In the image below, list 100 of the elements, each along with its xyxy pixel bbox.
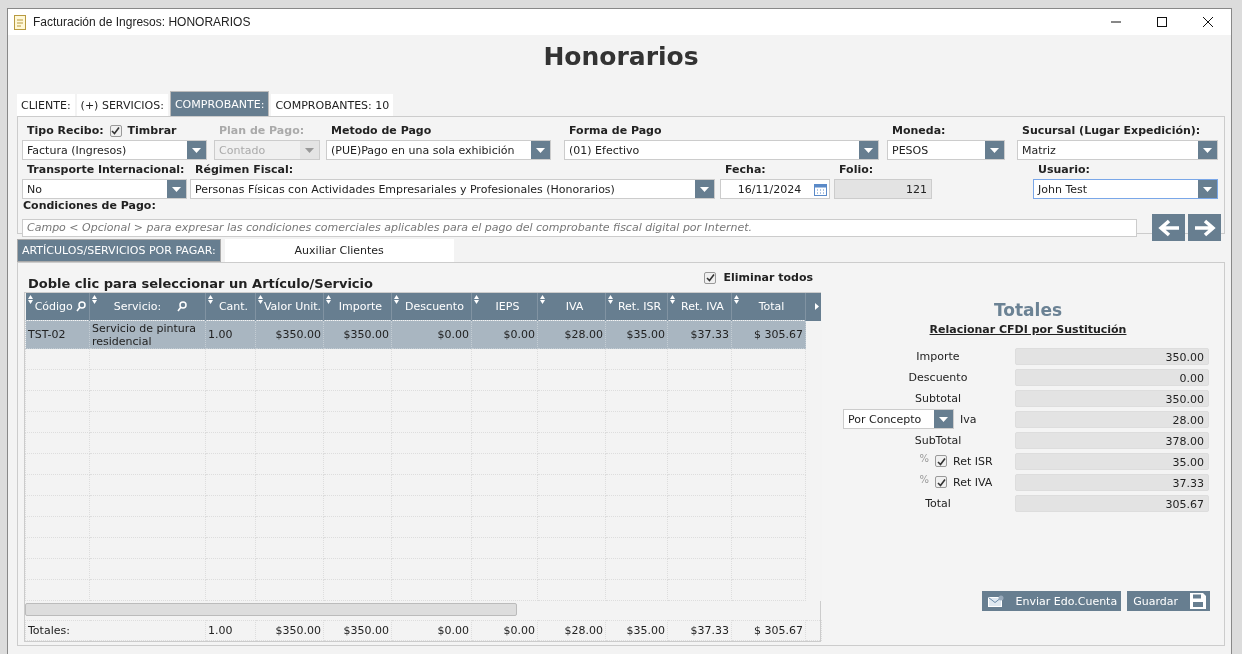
sort-icon (394, 295, 399, 304)
sort-icon (540, 295, 545, 304)
next-button[interactable] (1188, 214, 1221, 241)
column-label: Cant. (218, 300, 249, 313)
table-cell: $37.33 (667, 320, 732, 349)
calendar-icon (814, 182, 827, 196)
checkbox[interactable] (935, 476, 947, 488)
tab[interactable]: ARTÍCULOS/SERVICIOS POR PAGAR: (17, 239, 221, 262)
table-row[interactable]: TST-02 Servicio de pintura residencial 1.00 $350.00 $350.00 $0.00 $0.00 $28.00 $35.00 $37.33 $ 305.67 (25, 320, 822, 349)
caret-icon (1203, 186, 1212, 192)
table-cell: $ 305.67 (731, 320, 806, 349)
table-cell: $0.00 (471, 620, 538, 641)
total-value: 28.00 (1015, 410, 1209, 428)
column-header[interactable]: IVA (537, 293, 606, 321)
table-cell: $0.00 (391, 320, 472, 349)
totals-label: Totales: (25, 620, 206, 641)
table-cell: $35.00 (605, 620, 668, 641)
table-cell: $35.00 (605, 320, 668, 349)
total-label: SubTotal (913, 433, 963, 447)
checkbox-label: Timbrar (127, 124, 177, 137)
column-header[interactable]: Descuento (391, 293, 472, 321)
total-label: Ret ISR (953, 454, 994, 468)
dropdown[interactable]: John Test (1033, 179, 1218, 199)
conditions-field[interactable]: Campo < Opcional > para expresar las condiciones comerciales aplicables para el pago del comprobante fiscal digital por Internet. (22, 218, 1138, 237)
table-cell: $350.00 (323, 320, 392, 349)
tab[interactable]: Auxiliar Clientes (224, 239, 454, 262)
tab[interactable]: COMPROBANTES: 10 (271, 94, 394, 116)
checkbox-label: Eliminar todos (723, 271, 813, 284)
column-header[interactable]: Importe (323, 293, 392, 321)
caret-icon (864, 147, 873, 153)
caret-icon (172, 186, 181, 192)
table-cell: Servicio de pintura residencial (89, 320, 206, 349)
caret-icon (1203, 147, 1212, 153)
sort-icon (208, 295, 213, 304)
link[interactable]: Relacionar CFDI por Sustitución (929, 323, 1127, 336)
send-button[interactable]: Enviar Edo.Cuenta (981, 591, 1122, 611)
column-header[interactable]: IEPS (471, 293, 538, 321)
sort-icon (474, 295, 479, 304)
table-cell: $ 305.67 (731, 620, 806, 641)
column-header[interactable]: Ret. IVA (667, 293, 732, 321)
save-button[interactable]: Guardar (1127, 591, 1210, 611)
sort-icon (258, 295, 263, 304)
total-value: 35.00 (1015, 452, 1209, 470)
tab[interactable]: (+) SERVICIOS: (76, 94, 168, 116)
sort-icon (27, 295, 33, 304)
field-label: Plan de Pago: (219, 124, 305, 137)
field-label: Transporte Internacional: (27, 163, 185, 176)
dropdown[interactable]: Por Concepto (843, 409, 954, 429)
window-title: Facturación de Ingresos: HONORARIOS (33, 15, 251, 29)
table-cell: 1.00 (205, 320, 256, 349)
dropdown[interactable]: Personas Físicas con Actividades Empresariales y Profesionales (Honorarios) (190, 179, 715, 199)
maximize-icon (1157, 17, 1167, 27)
table-cell: $0.00 (391, 620, 472, 641)
column-header[interactable]: Cant. (205, 293, 256, 321)
column-label: Ret. ISR (617, 300, 662, 313)
percent-sign: % (919, 473, 929, 485)
document-icon (14, 14, 26, 30)
total-value: 350.00 (1015, 347, 1209, 365)
page-heading: Honorarios (542, 41, 700, 73)
dropdown[interactable]: Factura (Ingresos) (22, 140, 207, 160)
caret-icon (990, 147, 999, 153)
sort-icon (734, 295, 739, 304)
table-cell: TST-02 (25, 320, 90, 349)
checkbox[interactable] (109, 124, 122, 137)
caret-icon (305, 147, 314, 153)
column-label: Descuento (405, 300, 464, 313)
field-label: Fecha: (725, 163, 766, 176)
close-icon (1203, 17, 1213, 27)
totals-title: Totales (993, 300, 1063, 320)
dropdown[interactable]: No (22, 179, 187, 199)
dropdown[interactable]: (PUE)Pago en una sola exhibición (326, 140, 551, 160)
checkbox[interactable] (704, 271, 717, 284)
search-icon (177, 301, 188, 312)
caret-icon (536, 147, 545, 153)
column-header[interactable]: Servicio: (89, 293, 206, 321)
tab[interactable]: COMPROBANTE: (169, 91, 270, 116)
date-field[interactable]: 16/11/2024 (720, 179, 830, 199)
caret-icon (192, 147, 201, 153)
column-label: IVA (565, 300, 584, 313)
total-value: 305.67 (1015, 494, 1209, 512)
table-cell: $0.00 (471, 320, 538, 349)
column-header[interactable]: Total (731, 293, 806, 321)
envelope-icon (987, 594, 1004, 608)
dropdown[interactable]: (01) Efectivo (564, 140, 879, 160)
field-label: Folio: (839, 163, 874, 176)
scrollbar-thumb[interactable] (25, 603, 517, 616)
total-label: Ret IVA (953, 475, 994, 489)
dropdown[interactable]: PESOS (887, 140, 1005, 160)
previous-button[interactable] (1152, 214, 1186, 241)
sort-icon (326, 295, 331, 304)
checkbox[interactable] (935, 455, 947, 467)
tab[interactable]: CLIENTE: (17, 94, 75, 116)
column-header[interactable]: Ret. ISR (605, 293, 668, 321)
sort-icon (670, 295, 675, 304)
total-value: 350.00 (1015, 389, 1209, 407)
column-label: Código (34, 300, 73, 313)
column-label: IEPS (495, 300, 520, 313)
column-header[interactable]: Valor Unit. (255, 293, 324, 321)
column-header[interactable]: Código (25, 293, 90, 321)
dropdown[interactable]: Matriz (1017, 140, 1218, 160)
